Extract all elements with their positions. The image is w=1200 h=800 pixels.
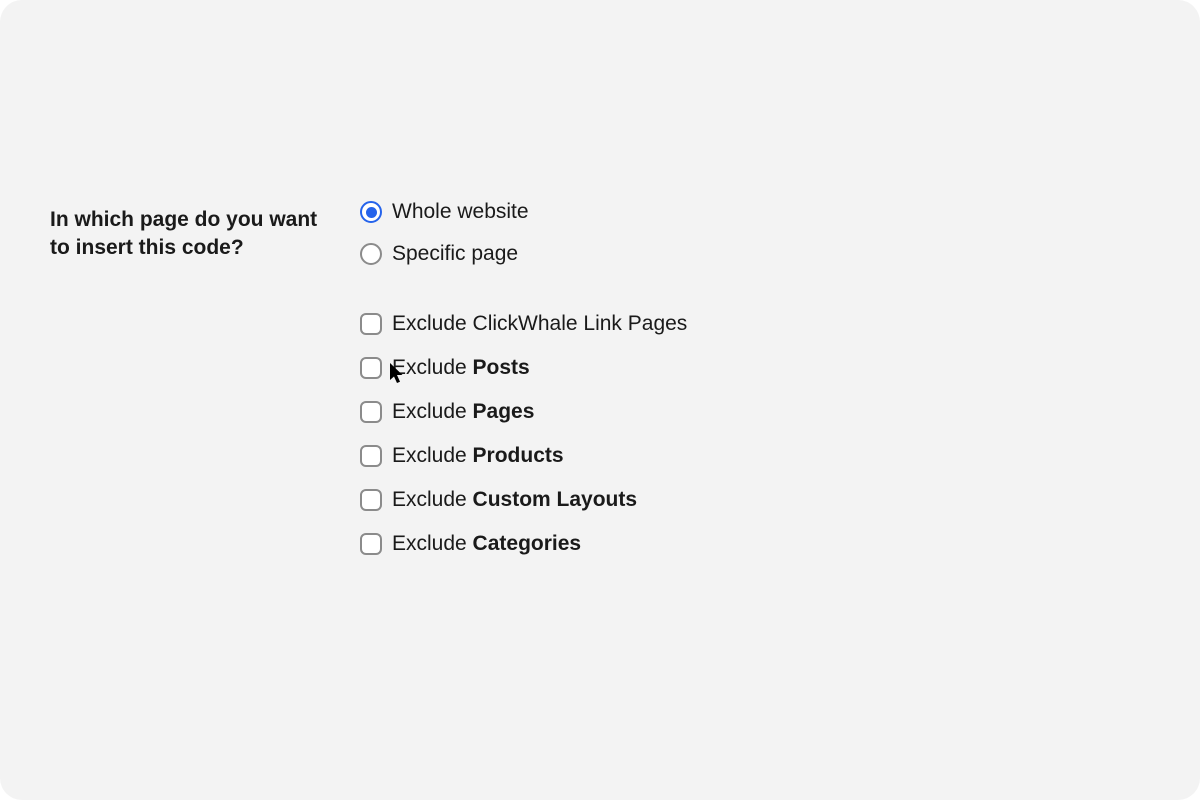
checkbox-label: Exclude Posts (392, 356, 530, 380)
checkbox-label: Exclude ClickWhale Link Pages (392, 312, 687, 336)
checkbox-label: Exclude Categories (392, 532, 581, 556)
question-label: In which page do you want to insert this… (50, 200, 320, 263)
settings-panel: In which page do you want to insert this… (0, 0, 1200, 800)
radio-whole-website[interactable]: Whole website (360, 200, 687, 224)
checkbox-input-icon (360, 401, 382, 423)
checkbox-input-icon (360, 533, 382, 555)
checkbox-label: Exclude Custom Layouts (392, 488, 637, 512)
checkbox-label: Exclude Products (392, 444, 564, 468)
radio-input-icon (360, 201, 382, 223)
checkbox-exclude-custom-layouts[interactable]: Exclude Custom Layouts (360, 488, 687, 512)
radio-group-page-scope: Whole website Specific page (360, 200, 687, 266)
checkbox-exclude-clickwhale-link-pages[interactable]: Exclude ClickWhale Link Pages (360, 312, 687, 336)
exclude-checkbox-group: Exclude ClickWhale Link Pages Exclude Po… (360, 312, 687, 556)
checkbox-label: Exclude Pages (392, 400, 534, 424)
checkbox-exclude-categories[interactable]: Exclude Categories (360, 532, 687, 556)
radio-label: Whole website (392, 200, 529, 224)
radio-specific-page[interactable]: Specific page (360, 242, 687, 266)
checkbox-input-icon (360, 445, 382, 467)
checkbox-exclude-products[interactable]: Exclude Products (360, 444, 687, 468)
radio-label: Specific page (392, 242, 518, 266)
checkbox-input-icon (360, 313, 382, 335)
checkbox-input-icon (360, 489, 382, 511)
checkbox-input-icon (360, 357, 382, 379)
form-row: In which page do you want to insert this… (50, 200, 1150, 556)
checkbox-exclude-pages[interactable]: Exclude Pages (360, 400, 687, 424)
radio-input-icon (360, 243, 382, 265)
checkbox-exclude-posts[interactable]: Exclude Posts (360, 356, 687, 380)
options-column: Whole website Specific page Exclude Clic… (360, 200, 687, 556)
